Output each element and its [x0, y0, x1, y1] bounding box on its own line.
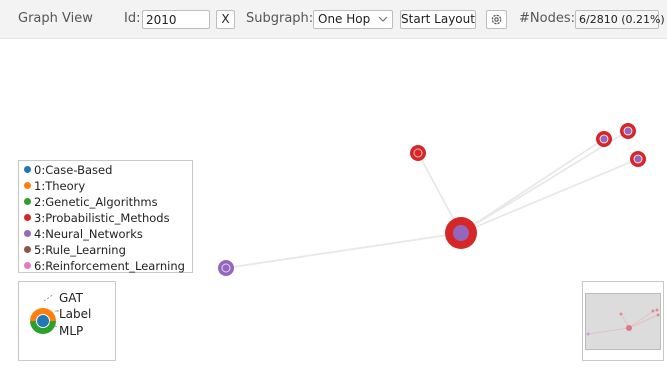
legend-swatch	[24, 262, 31, 269]
legend-item: 1:Theory	[24, 178, 192, 194]
view-title: Graph View	[18, 11, 93, 26]
subgraph-select[interactable]: One Hop	[313, 10, 393, 29]
id-input[interactable]	[142, 10, 210, 29]
shape-legend: GAT Label MLP	[18, 281, 116, 361]
legend-swatch	[24, 182, 31, 189]
legend-swatch	[24, 246, 31, 253]
clear-id-button[interactable]: X	[216, 10, 235, 29]
label-label: Label	[59, 307, 92, 321]
legend-label: 2:Genetic_Algorithms	[34, 195, 158, 209]
legend-swatch	[24, 214, 31, 221]
graph-node[interactable]	[410, 145, 426, 161]
legend-item: 5:Rule_Learning	[24, 242, 192, 258]
gear-icon	[491, 14, 502, 25]
subgraph-label: Subgraph:	[246, 11, 314, 26]
legend-swatch	[24, 198, 31, 205]
legend-item: 4:Neural_Networks	[24, 226, 192, 242]
graph-node[interactable]	[630, 151, 646, 167]
nodes-count-label: #Nodes:	[519, 11, 575, 26]
minimap-graph	[586, 308, 660, 336]
legend-swatch	[24, 230, 31, 237]
legend-item: 2:Genetic_Algorithms	[24, 194, 192, 210]
graph-node[interactable]	[218, 260, 234, 276]
graph-edge	[225, 232, 462, 269]
legend-item: 0:Case-Based	[24, 162, 192, 178]
legend-item: 6:Reinforcement_Learning	[24, 258, 192, 274]
graph-edges	[225, 130, 639, 269]
gat-label: GAT	[59, 291, 83, 305]
legend-label: 1:Theory	[34, 179, 86, 193]
graph-edge	[460, 158, 639, 234]
legend-label: 0:Case-Based	[34, 163, 113, 177]
start-layout-button[interactable]: Start Layout	[400, 10, 476, 29]
mlp-label: MLP	[59, 324, 84, 338]
toolbar: Graph View Id: X Subgraph: One Hop Start…	[0, 0, 667, 39]
legend-item: 3:Probabilistic_Methods	[24, 210, 192, 226]
nodes-count-value: 6/2810 (0.21%)	[575, 10, 665, 29]
legend-swatch	[24, 166, 31, 173]
legend-label: 3:Probabilistic_Methods	[34, 211, 170, 225]
legend-label: 6:Reinforcement_Learning	[34, 259, 185, 273]
chevron-down-icon	[378, 16, 388, 22]
settings-button[interactable]	[486, 10, 507, 29]
subgraph-selected-value: One Hop	[318, 12, 371, 26]
legend-label: 5:Rule_Learning	[34, 243, 126, 257]
graph-node[interactable]	[620, 123, 636, 139]
color-legend: 0:Case-Based 1:Theory 2:Genetic_Algorith…	[18, 160, 193, 273]
center-node[interactable]	[445, 217, 477, 249]
legend-label: 4:Neural_Networks	[34, 227, 143, 241]
minimap[interactable]	[582, 281, 664, 361]
graph-node[interactable]	[596, 131, 612, 147]
id-label: Id:	[124, 11, 141, 26]
